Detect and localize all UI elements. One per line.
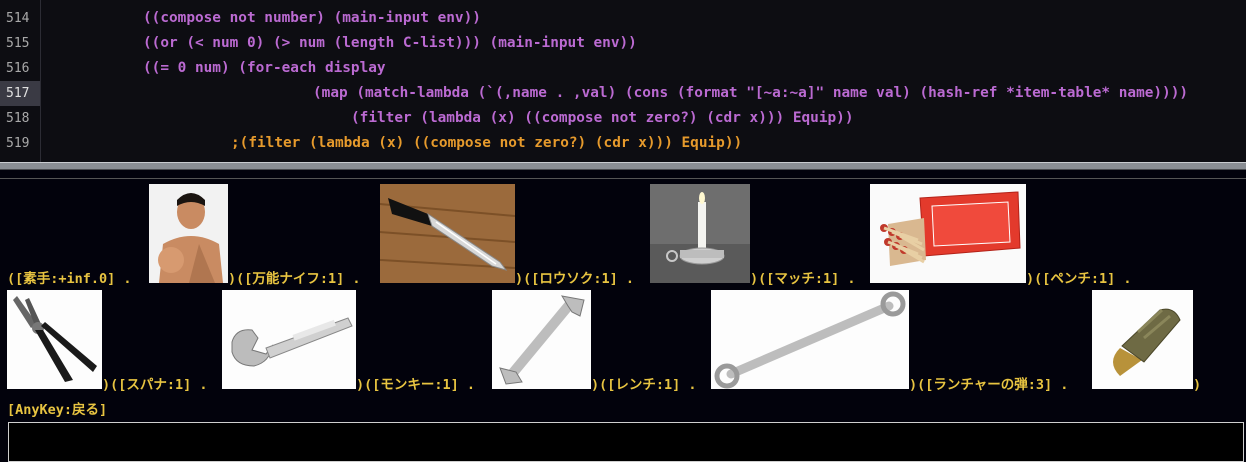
code-token: (map (match-lambda (`(,name . ,val) (con… [313,85,1189,101]
code-line-comment[interactable]: ;(filter (lambda (x) ((compose not zero?… [231,131,742,156]
code-line[interactable]: ((= 0 num) (for-each display [143,56,386,81]
item-label-wrench: )([レンチ:1] . [591,377,697,393]
line-number: 516 [6,61,30,76]
candle-photo [650,184,750,283]
item-label-multitool-knife: )([万能ナイフ:1] . [228,271,361,287]
item-label-pliers: )([ペンチ:1] . [1026,271,1132,287]
grenade-photo [1092,290,1193,389]
code-token: ((or (< num 0) (> num (length C-list))) … [143,35,637,51]
item-label-candle: )([ロウソク:1] . [515,271,635,287]
pane-divider [0,178,1246,179]
code-line-current[interactable]: (map (match-lambda (`(,name . ,val) (con… [313,81,1188,106]
pliers-photo [7,290,102,389]
person-photo [149,184,228,283]
spanner-photo [222,290,356,389]
code-token: (filter (lambda (x) ((compose not zero?)… [351,110,854,126]
long-wrench-photo [711,290,909,389]
line-number: 515 [6,36,30,51]
line-number: 519 [6,136,30,151]
wrench-open-photo [492,290,591,389]
current-line-number: 517 [0,81,40,106]
code-token: ((= 0 num) (for-each display [143,60,386,76]
matchbox-photo [870,184,1026,283]
code-editor[interactable]: 514 515 516 517 518 519 ((compose not nu… [0,0,1246,162]
code-token: ((compose not number) (main-input env)) [143,10,481,26]
line-number: 518 [6,111,30,126]
code-line[interactable]: (filter (lambda (x) ((compose not zero?)… [351,106,854,131]
closing-paren: ) [1193,377,1202,393]
output-pane: ([素手:+inf.0] . )([万能ナイフ:1] . )([ロウソク:1] … [0,170,1246,462]
code-line[interactable]: ((compose not number) (main-input env)) [143,6,481,31]
item-label-matches: )([マッチ:1] . [750,271,856,287]
pane-splitter[interactable] [0,162,1246,170]
code-token: ;(filter (lambda (x) ((compose not zero?… [231,135,743,151]
item-label-bare-hands: ([素手:+inf.0] . [7,271,132,287]
line-number-gutter: 514 515 516 517 518 519 [0,0,41,162]
knife-photo [380,184,515,283]
item-label-launcher-ammo: )([ランチャーの弾:3] . [909,377,1069,393]
input-area[interactable] [8,422,1244,462]
line-number: 514 [6,11,30,26]
item-label-spanner: )([スパナ:1] . [102,377,208,393]
code-line[interactable]: ((or (< num 0) (> num (length C-list))) … [143,31,637,56]
item-label-monkey-wrench: )([モンキー:1] . [356,377,476,393]
prompt-anykey: [AnyKey:戻る] [7,402,108,418]
